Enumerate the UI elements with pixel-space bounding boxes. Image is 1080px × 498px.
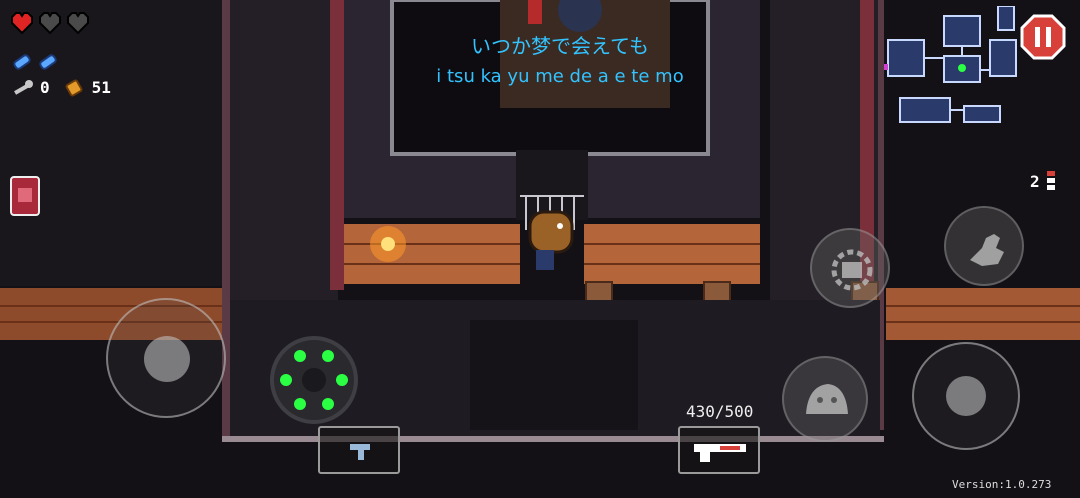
heart-full-icon [11, 12, 33, 34]
shotgun-icon [694, 444, 746, 462]
hand-icon [970, 234, 1004, 266]
heart-empty-icon [67, 12, 89, 34]
aim-joystick-knob[interactable] [946, 376, 986, 416]
active-item-card-icon[interactable] [10, 176, 40, 216]
health-hearts [10, 12, 90, 34]
side-keys-count: 2 [1030, 171, 1040, 191]
currency-counters: 0 51 [12, 78, 111, 97]
minimap[interactable] [880, 6, 1020, 130]
secondary-weapon-slot[interactable] [318, 426, 400, 474]
move-joystick[interactable] [106, 298, 226, 418]
blank-icon [39, 54, 57, 70]
dodge-button[interactable] [782, 356, 868, 442]
heart-empty-icon [39, 12, 61, 34]
interact-button[interactable] [944, 206, 1024, 286]
ammo-clip-icon [1046, 171, 1055, 190]
version-label: Version:1.0.273 [952, 478, 1052, 491]
primary-weapon-slot[interactable] [678, 426, 760, 474]
pause-button[interactable] [1020, 14, 1066, 60]
shell-currency-icon [65, 79, 83, 96]
blank-icon [13, 54, 31, 70]
side-key-counter: 2 [1030, 170, 1056, 192]
lyric-subtitle-romaji: i tsu ka yu me de a e te mo [436, 66, 684, 87]
shells-count: 51 [91, 78, 111, 97]
dodge-roll-icon [806, 384, 848, 414]
reload-icon [831, 249, 873, 291]
move-joystick-knob[interactable] [144, 336, 190, 382]
pistol-icon [350, 444, 370, 460]
keys-count: 0 [40, 78, 50, 97]
key-icon [14, 79, 33, 95]
pause-icon [1035, 27, 1040, 47]
lyric-subtitle-japanese: いつか梦で会えても [471, 34, 649, 58]
aim-joystick[interactable] [912, 342, 1020, 450]
reload-button[interactable] [810, 228, 890, 308]
ammo-counter: 430/500 [686, 402, 754, 421]
blanks [12, 52, 58, 70]
